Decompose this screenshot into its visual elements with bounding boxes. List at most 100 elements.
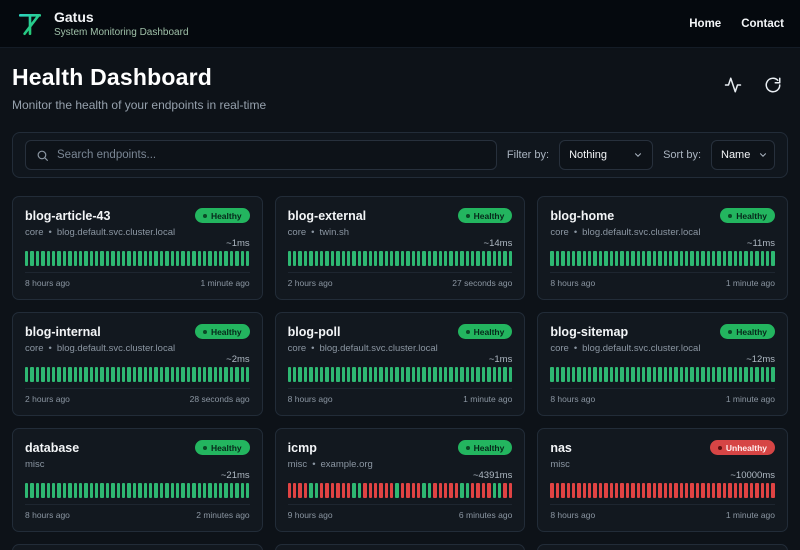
uptime-bar[interactable] [309,483,313,498]
uptime-bar[interactable] [712,367,716,382]
uptime-bar[interactable] [314,367,318,382]
uptime-bar[interactable] [668,483,673,498]
uptime-bar[interactable] [395,367,399,382]
uptime-bar[interactable] [555,483,560,498]
uptime-bar[interactable] [390,483,394,498]
uptime-bar[interactable] [561,251,565,266]
uptime-bar[interactable] [320,367,324,382]
uptime-bar[interactable] [132,483,137,498]
uptime-bar[interactable] [197,483,201,498]
uptime-bar[interactable] [503,251,507,266]
uptime-bar[interactable] [406,251,410,266]
uptime-bar[interactable] [246,483,250,498]
uptime-bar[interactable] [175,367,180,382]
uptime-bar[interactable] [497,367,502,382]
uptime-bar[interactable] [336,367,340,382]
uptime-bar[interactable] [224,483,228,498]
uptime-bar[interactable] [208,483,212,498]
uptime-bar[interactable] [89,367,94,382]
uptime-bar[interactable] [320,483,324,498]
uptime-bar[interactable] [593,251,597,266]
uptime-bar[interactable] [127,251,131,266]
uptime-bar[interactable] [604,251,608,266]
uptime-bar[interactable] [443,483,448,498]
endpoint-card[interactable]: icmp Healthy misc • example.org ~4391ms … [274,428,526,532]
uptime-bar[interactable] [165,483,169,498]
uptime-bar[interactable] [208,251,212,266]
uptime-bar[interactable] [235,483,239,498]
uptime-bar[interactable] [165,251,169,266]
uptime-bar[interactable] [336,251,340,266]
uptime-bar[interactable] [652,367,657,382]
uptime-bar[interactable] [631,367,635,382]
endpoint-card[interactable]: blog-external Healthy core • twin.sh ~14… [274,196,526,300]
uptime-bar[interactable] [105,367,110,382]
uptime-bar[interactable] [449,367,453,382]
uptime-bar[interactable] [202,367,207,382]
uptime-bar[interactable] [566,483,570,498]
uptime-bar[interactable] [636,483,640,498]
uptime-bar[interactable] [186,367,191,382]
uptime-bar[interactable] [438,367,442,382]
uptime-bar[interactable] [760,483,764,498]
uptime-bar[interactable] [765,251,770,266]
uptime-bar[interactable] [722,367,727,382]
uptime-bar[interactable] [582,483,587,498]
uptime-bar[interactable] [728,251,732,266]
uptime-bar[interactable] [175,251,180,266]
uptime-bar[interactable] [487,483,491,498]
uptime-bar[interactable] [246,367,250,382]
uptime-bar[interactable] [175,483,180,498]
uptime-bar[interactable] [84,483,88,498]
uptime-bar[interactable] [25,483,29,498]
uptime-bar[interactable] [771,251,775,266]
uptime-bar[interactable] [728,367,732,382]
uptime-bar[interactable] [438,483,442,498]
uptime-bar[interactable] [476,483,480,498]
uptime-bar[interactable] [325,251,329,266]
uptime-bar[interactable] [373,251,378,266]
uptime-bar[interactable] [287,367,292,382]
uptime-bar[interactable] [78,367,83,382]
uptime-bar[interactable] [733,483,737,498]
uptime-bar[interactable] [454,251,459,266]
uptime-bar[interactable] [749,367,754,382]
uptime-bar[interactable] [352,251,356,266]
uptime-bar[interactable] [685,251,689,266]
uptime-bar[interactable] [433,251,437,266]
uptime-bar[interactable] [497,483,502,498]
uptime-bar[interactable] [240,367,245,382]
uptime-bar[interactable] [148,251,153,266]
endpoint-card[interactable]: blog-poll Healthy core • blog.default.sv… [274,312,526,416]
uptime-bar[interactable] [73,251,77,266]
uptime-bar[interactable] [411,367,416,382]
uptime-bar[interactable] [476,367,480,382]
uptime-bar[interactable] [679,367,684,382]
uptime-bar[interactable] [695,367,700,382]
uptime-bar[interactable] [143,483,147,498]
uptime-bar[interactable] [219,483,223,498]
uptime-bar[interactable] [159,367,164,382]
uptime-bar[interactable] [733,367,737,382]
uptime-bar[interactable] [631,251,635,266]
uptime-bar[interactable] [309,367,313,382]
uptime-bar[interactable] [224,251,228,266]
uptime-bar[interactable] [701,483,705,498]
uptime-bar[interactable] [695,483,700,498]
uptime-bar[interactable] [487,251,491,266]
uptime-bar[interactable] [739,367,743,382]
uptime-bar[interactable] [481,483,486,498]
uptime-bar[interactable] [470,483,475,498]
uptime-bar[interactable] [712,483,716,498]
uptime-bar[interactable] [287,483,292,498]
uptime-bar[interactable] [695,251,700,266]
uptime-bar[interactable] [192,367,196,382]
uptime-bar[interactable] [293,483,297,498]
uptime-bar[interactable] [363,483,367,498]
uptime-bar[interactable] [744,251,748,266]
uptime-bar[interactable] [368,251,372,266]
uptime-bar[interactable] [609,367,614,382]
uptime-bar[interactable] [325,367,329,382]
uptime-bar[interactable] [588,483,592,498]
uptime-bar[interactable] [298,367,302,382]
